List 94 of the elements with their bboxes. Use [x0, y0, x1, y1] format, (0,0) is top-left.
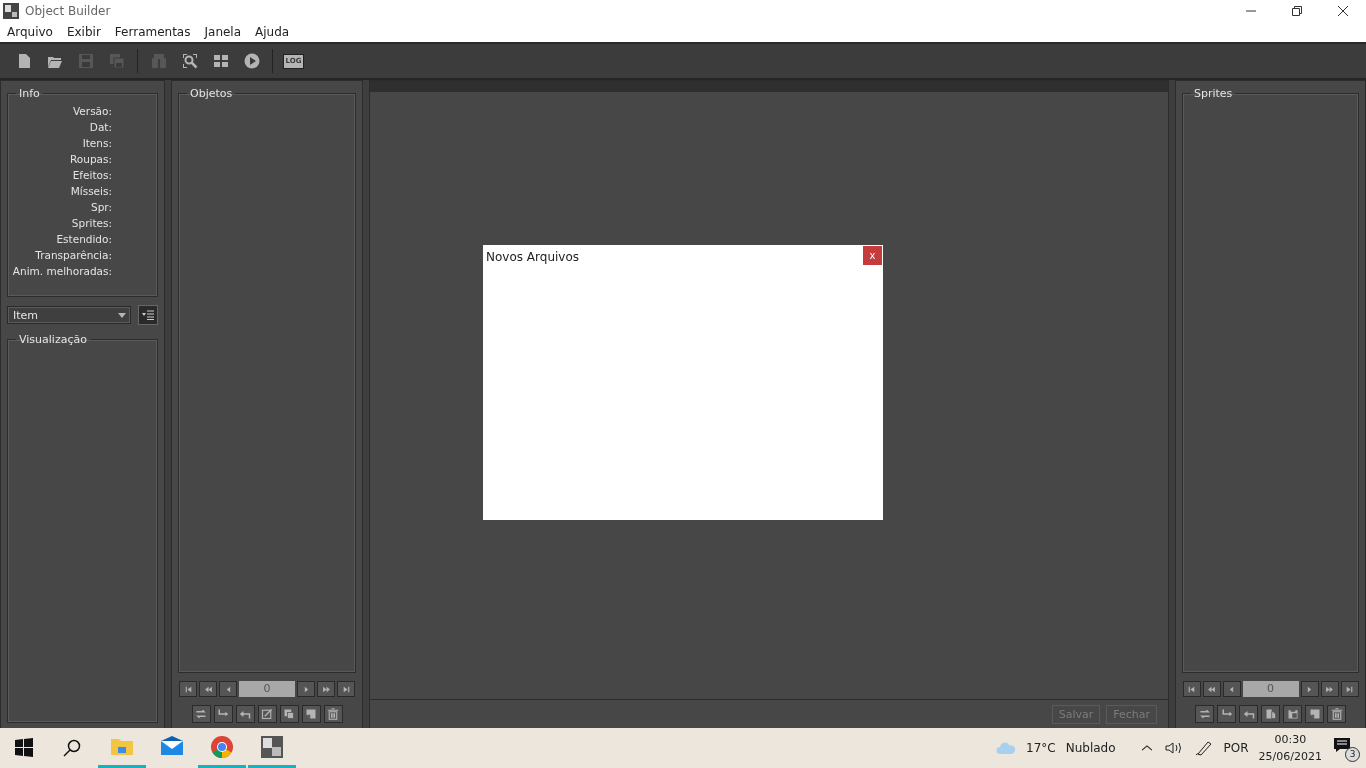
info-label: Itens: — [82, 136, 112, 150]
prev-button[interactable] — [1222, 681, 1241, 697]
cloud-icon — [996, 740, 1017, 756]
next-button[interactable] — [297, 681, 315, 697]
prev-icon — [1227, 684, 1236, 694]
import-icon — [239, 708, 251, 720]
remove-icon — [1330, 708, 1343, 720]
paste-icon — [1286, 708, 1299, 720]
notification-count: 3 — [1345, 747, 1360, 762]
menu-item[interactable]: Arquivo — [0, 25, 60, 39]
export-button[interactable] — [213, 705, 233, 723]
first-button[interactable] — [1182, 681, 1201, 697]
paste-button[interactable] — [1283, 705, 1302, 723]
dialog-title: Novos Arquivos — [486, 250, 579, 264]
remove-icon — [327, 708, 339, 720]
info-label: Anim. melhoradas: — [12, 264, 112, 278]
new-button[interactable] — [301, 705, 321, 723]
list-icon — [142, 310, 155, 320]
caret-icon — [118, 312, 127, 318]
info-label: Roupas: — [70, 152, 112, 166]
duplicate-icon — [283, 708, 295, 720]
info-label: Estendido: — [56, 232, 112, 246]
first-icon — [1187, 684, 1196, 694]
replace-button[interactable] — [191, 705, 211, 723]
next-fast-icon — [321, 684, 331, 694]
next-button[interactable] — [1300, 681, 1319, 697]
prev-fast-icon — [203, 684, 213, 694]
grid-icon[interactable] — [212, 53, 229, 69]
category-dropdown[interactable]: Item — [7, 306, 132, 324]
info-label: Transparência: — [35, 248, 112, 262]
first-button[interactable] — [179, 681, 197, 697]
search-icon[interactable] — [61, 737, 83, 759]
temperature-text: 17°C — [1026, 741, 1056, 755]
import-button[interactable] — [235, 705, 255, 723]
info-label: Efeitos: — [72, 168, 112, 182]
play-icon[interactable] — [243, 53, 260, 69]
next-icon — [1305, 684, 1314, 694]
new-icon — [305, 708, 317, 720]
edit-icon — [261, 708, 273, 720]
windows-logo-icon[interactable] — [13, 737, 35, 759]
restore-icon[interactable] — [1291, 5, 1303, 17]
export-button[interactable] — [1217, 705, 1236, 723]
panel-title: Info — [18, 87, 41, 100]
last-button[interactable] — [337, 681, 355, 697]
new-button[interactable] — [1305, 705, 1324, 723]
prev-button[interactable] — [219, 681, 237, 697]
new-icon — [1308, 708, 1321, 720]
info-label: Versão: — [73, 104, 112, 118]
close-icon[interactable] — [1337, 5, 1349, 17]
language-indicator[interactable]: POR — [1223, 741, 1249, 755]
import-button[interactable] — [1239, 705, 1258, 723]
app-logo-icon — [3, 3, 19, 19]
info-label: Spr: — [91, 200, 112, 214]
weather-text: Nublado — [1065, 741, 1116, 755]
last-icon — [1345, 684, 1354, 694]
window-title: Object Builder — [25, 4, 112, 18]
chrome-icon — [210, 734, 234, 759]
prev-fast-icon — [1207, 684, 1216, 694]
remove-button[interactable] — [1327, 705, 1346, 723]
first-icon — [183, 684, 193, 694]
edit-button[interactable] — [257, 705, 277, 723]
last-button[interactable] — [1340, 681, 1359, 697]
object-builder-icon — [260, 734, 284, 759]
menu-item[interactable]: Janela — [197, 25, 249, 39]
info-label: Dat: — [89, 120, 112, 134]
panel-title: Sprites — [1193, 87, 1234, 100]
copy-icon — [1264, 708, 1277, 720]
clock[interactable]: 00:30 25/06/2021 — [1258, 731, 1322, 765]
list-options-button[interactable] — [138, 305, 158, 325]
speaker-icon[interactable] — [1163, 740, 1184, 756]
close-button[interactable]: x — [863, 246, 882, 265]
menu-item[interactable]: Exibir — [59, 25, 108, 39]
info-label: Sprites: — [71, 216, 112, 230]
last-icon — [341, 684, 351, 694]
panel-title: Visualização — [18, 333, 88, 346]
menu-item[interactable]: Ferramentas — [107, 25, 198, 39]
chat-bubble-icon — [1332, 736, 1352, 754]
menu-item[interactable]: Ajuda — [248, 25, 297, 39]
info-label: Mísseis: — [70, 184, 112, 198]
copy-button[interactable] — [1261, 705, 1280, 723]
prev-fast-button[interactable] — [1202, 681, 1221, 697]
prev-fast-button[interactable] — [199, 681, 217, 697]
replace-icon — [195, 708, 207, 720]
pen-icon[interactable] — [1193, 740, 1214, 756]
duplicate-button[interactable] — [279, 705, 299, 723]
next-fast-button[interactable] — [1320, 681, 1339, 697]
replace-button[interactable] — [1195, 705, 1214, 723]
import-icon — [1242, 708, 1255, 720]
remove-button[interactable] — [323, 705, 343, 723]
next-fast-button[interactable] — [317, 681, 335, 697]
replace-icon — [1198, 708, 1211, 720]
next-fast-icon — [1325, 684, 1334, 694]
search-sprite-icon[interactable] — [181, 53, 198, 69]
panel-title: Objetos — [189, 87, 234, 100]
